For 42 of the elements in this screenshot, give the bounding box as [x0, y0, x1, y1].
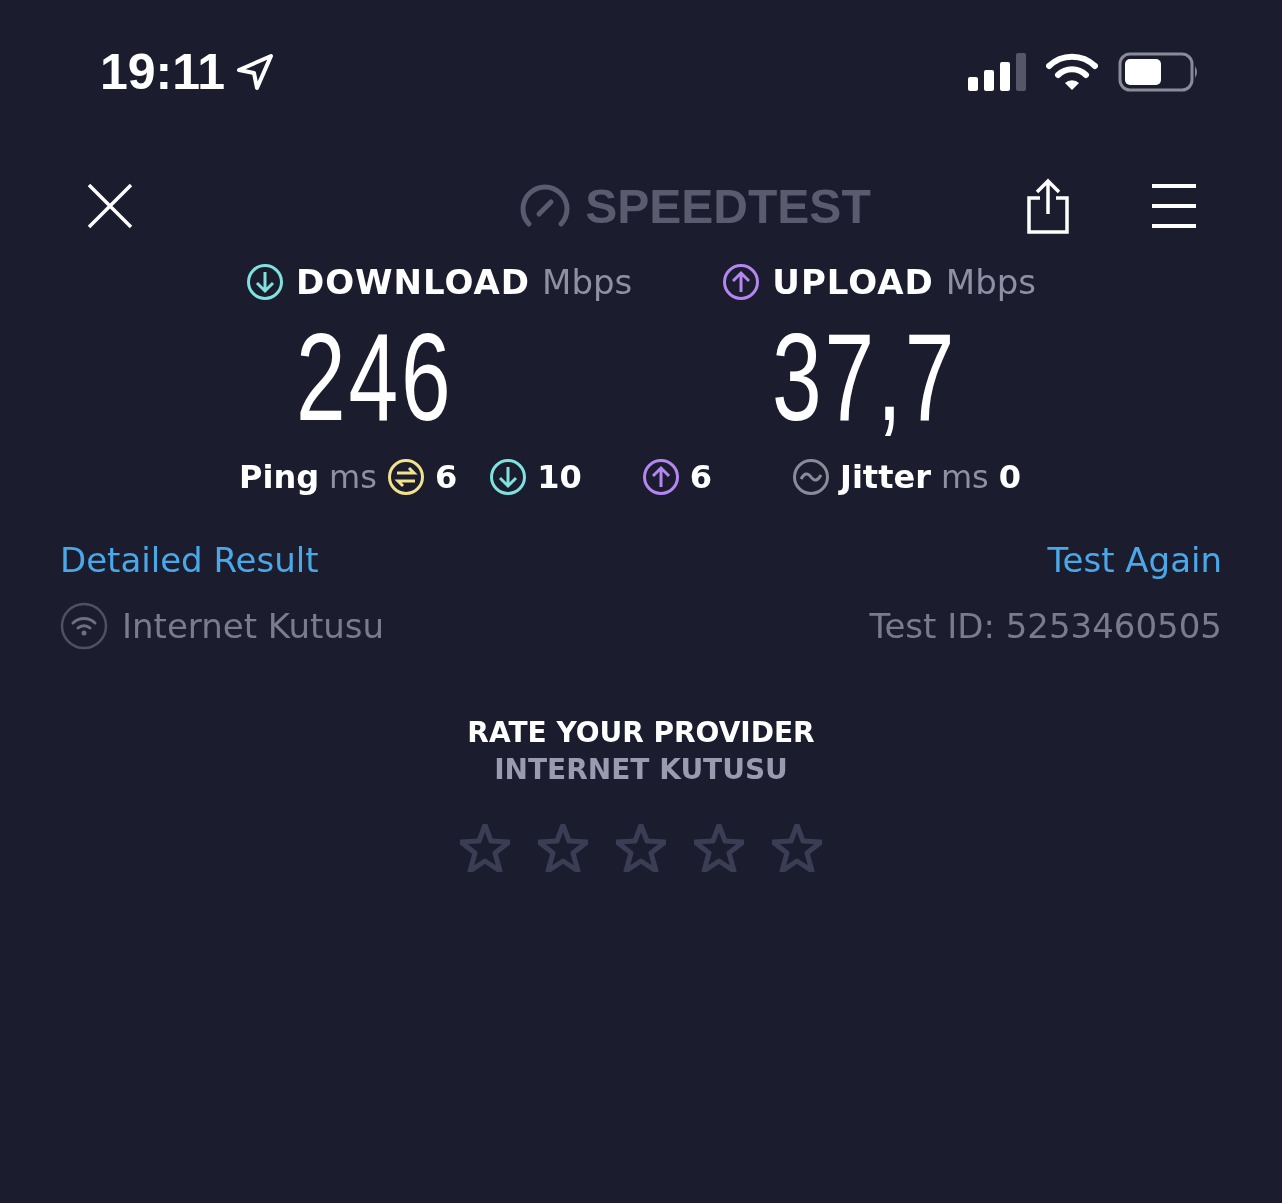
star-icon[interactable] [616, 824, 666, 872]
star-icon[interactable] [538, 824, 588, 872]
location-arrow-icon [235, 52, 276, 92]
ping-label: Ping [238, 458, 320, 496]
share-icon[interactable] [1026, 178, 1070, 234]
detailed-result-link[interactable]: Detailed Result [60, 540, 319, 580]
ping-value: 6 [689, 458, 712, 496]
speed-value: 246 [296, 307, 455, 448]
ping-value: 10 [537, 458, 582, 496]
app-logo: SPEEDTEST [585, 178, 871, 234]
clock-time: 19:11 [100, 43, 226, 101]
unit-label: Mbps [542, 262, 633, 302]
unit-label: Mbps [945, 262, 1036, 302]
speedometer-icon [519, 184, 572, 228]
rating-title: RATE YOUR PROVIDER [467, 716, 815, 749]
star-icon[interactable] [460, 824, 510, 872]
unit-label: ms [940, 458, 989, 496]
wifi-circle-icon [60, 602, 108, 650]
ping-value: 6 [434, 458, 458, 496]
wifi-icon [1046, 53, 1098, 91]
result-label: DOWNLOAD [296, 262, 531, 302]
arrow-circle-icon [246, 263, 284, 301]
close-icon[interactable] [86, 182, 134, 230]
ping-type-icon [386, 458, 425, 496]
network-name: Internet Kutusu [122, 606, 385, 646]
menu-icon[interactable] [1152, 183, 1196, 229]
provider-name: INTERNET KUTUSU [494, 753, 788, 786]
jitter-value: 0 [998, 458, 1022, 496]
test-again-link[interactable]: Test Again [1047, 540, 1222, 580]
jitter-label: Jitter [839, 458, 931, 496]
battery-icon [1118, 52, 1200, 92]
wave-circle-icon [791, 458, 830, 496]
test-id: Test ID: 5253460505 [869, 606, 1222, 646]
ping-type-icon [641, 458, 680, 496]
result-label: UPLOAD [772, 262, 934, 302]
ping-type-icon [489, 458, 528, 496]
arrow-circle-icon [722, 263, 761, 301]
star-icon[interactable] [772, 824, 822, 872]
unit-label: ms [329, 458, 377, 496]
star-icon[interactable] [694, 824, 744, 872]
speed-value: 37,7 [772, 307, 959, 448]
signal-icon [968, 53, 1026, 91]
